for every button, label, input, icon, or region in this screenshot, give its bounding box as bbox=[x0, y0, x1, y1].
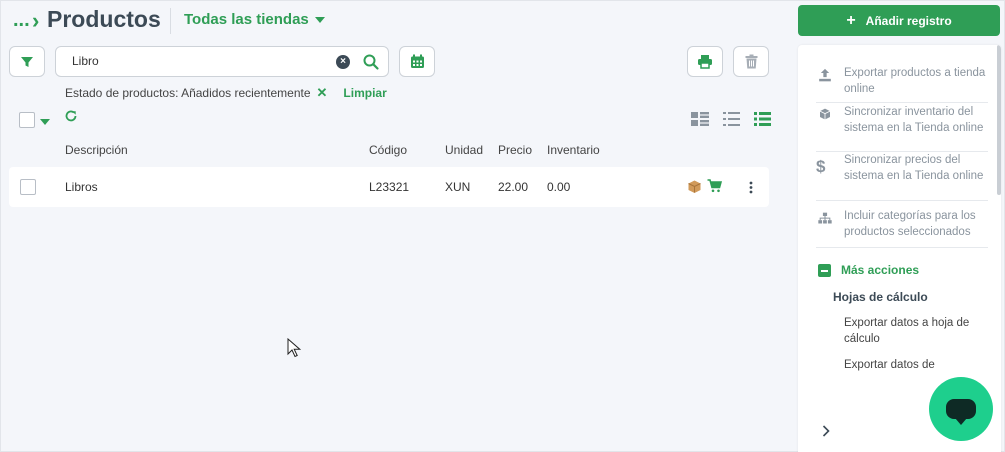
active-filter-label: Estado de productos: Añadidos recienteme… bbox=[65, 86, 311, 100]
side-item-label: Incluir categorías para los productos se… bbox=[844, 210, 976, 238]
store-selector-label: Todas las tiendas bbox=[184, 11, 309, 28]
select-all-checkbox[interactable] bbox=[19, 112, 35, 128]
row-checkbox[interactable] bbox=[20, 179, 36, 195]
print-button[interactable] bbox=[687, 46, 723, 77]
row-description: Libros bbox=[65, 180, 98, 194]
dollar-icon: $ bbox=[816, 157, 826, 176]
spreadsheets-heading: Hojas de cálculo bbox=[833, 290, 928, 304]
page-title: Productos bbox=[47, 6, 161, 32]
calendar-button[interactable] bbox=[399, 46, 435, 77]
kebab-menu-icon[interactable] bbox=[749, 181, 753, 194]
sync-prices[interactable]: $ Sincronizar precios del sistema en la … bbox=[816, 152, 986, 184]
side-item-label: Exportar productos a tienda online bbox=[844, 67, 986, 95]
store-selector[interactable]: Todas las tiendas bbox=[184, 11, 325, 28]
chat-icon bbox=[946, 399, 976, 425]
row-inventory: 0.00 bbox=[547, 180, 571, 194]
more-actions-label: Más acciones bbox=[841, 263, 920, 277]
hierarchy-icon bbox=[818, 212, 832, 224]
refresh-icon[interactable] bbox=[64, 109, 78, 123]
active-filters: Estado de productos: Añadidos recienteme… bbox=[65, 85, 387, 101]
calendar-icon bbox=[410, 54, 424, 68]
upload-icon bbox=[819, 68, 831, 82]
compact-list-view-icon[interactable] bbox=[754, 112, 771, 126]
side-item-label: Sincronizar inventario del sistema en la… bbox=[844, 106, 984, 134]
row-price: 22.00 bbox=[498, 180, 529, 194]
card-view-icon[interactable] bbox=[691, 112, 709, 126]
printer-icon bbox=[698, 55, 712, 69]
export-to-online-store[interactable]: Exportar productos a tienda online bbox=[816, 65, 986, 97]
view-mode-switcher bbox=[691, 112, 771, 126]
plus-icon: + bbox=[846, 11, 856, 29]
search-icon[interactable] bbox=[362, 53, 380, 71]
chevron-down-icon[interactable] bbox=[40, 119, 50, 125]
divider bbox=[816, 200, 988, 201]
collapse-icon bbox=[818, 263, 831, 277]
delete-button[interactable] bbox=[733, 46, 769, 77]
export-to-spreadsheet[interactable]: Exportar datos a hoja de cálculo bbox=[844, 315, 984, 347]
breadcrumb-ellipsis[interactable]: ... bbox=[13, 9, 30, 32]
search-input[interactable] bbox=[72, 54, 312, 68]
remove-filter-icon[interactable]: ✕ bbox=[317, 85, 328, 101]
box-icon bbox=[688, 180, 701, 193]
list-view-icon[interactable] bbox=[723, 112, 740, 126]
cart-icon[interactable] bbox=[707, 179, 722, 193]
search-box: × bbox=[55, 46, 389, 77]
chevron-right-icon[interactable] bbox=[822, 425, 830, 437]
export-data-of[interactable]: Exportar datos de bbox=[844, 357, 984, 373]
filter-icon bbox=[21, 56, 33, 67]
divider bbox=[816, 102, 988, 103]
clear-filters-link[interactable]: Limpiar bbox=[343, 86, 386, 100]
divider bbox=[816, 247, 988, 248]
add-record-label: Añadir registro bbox=[865, 13, 952, 28]
include-categories[interactable]: Incluir categorías para los productos se… bbox=[816, 208, 986, 240]
mouse-cursor-icon bbox=[287, 338, 301, 358]
chevron-down-icon bbox=[314, 16, 325, 23]
row-unit: XUN bbox=[445, 180, 471, 194]
column-header-code[interactable]: Código bbox=[369, 143, 407, 157]
table-row[interactable]: Libros L23321 XUN 22.00 0.00 bbox=[9, 167, 769, 207]
side-item-label: Sincronizar precios del sistema en la Ti… bbox=[844, 154, 984, 182]
trash-icon bbox=[745, 54, 757, 69]
row-code: L23321 bbox=[369, 180, 410, 194]
more-actions-toggle[interactable]: Más acciones bbox=[818, 263, 919, 277]
clear-search-icon[interactable]: × bbox=[336, 55, 350, 69]
sync-inventory[interactable]: Sincronizar inventario del sistema en la… bbox=[816, 104, 986, 136]
column-header-price[interactable]: Precio bbox=[498, 143, 532, 157]
breadcrumb-chevron-icon: › bbox=[32, 8, 40, 33]
add-record-button[interactable]: + Añadir registro bbox=[798, 5, 1000, 36]
chat-button[interactable] bbox=[929, 377, 993, 441]
column-header-inventory[interactable]: Inventario bbox=[547, 143, 600, 157]
filter-button[interactable] bbox=[9, 46, 45, 77]
title-divider bbox=[170, 8, 171, 34]
column-header-unit[interactable]: Unidad bbox=[445, 143, 483, 157]
column-header-description[interactable]: Descripción bbox=[65, 143, 128, 157]
box-icon bbox=[819, 108, 831, 120]
panel-scrollbar[interactable] bbox=[997, 45, 1001, 195]
